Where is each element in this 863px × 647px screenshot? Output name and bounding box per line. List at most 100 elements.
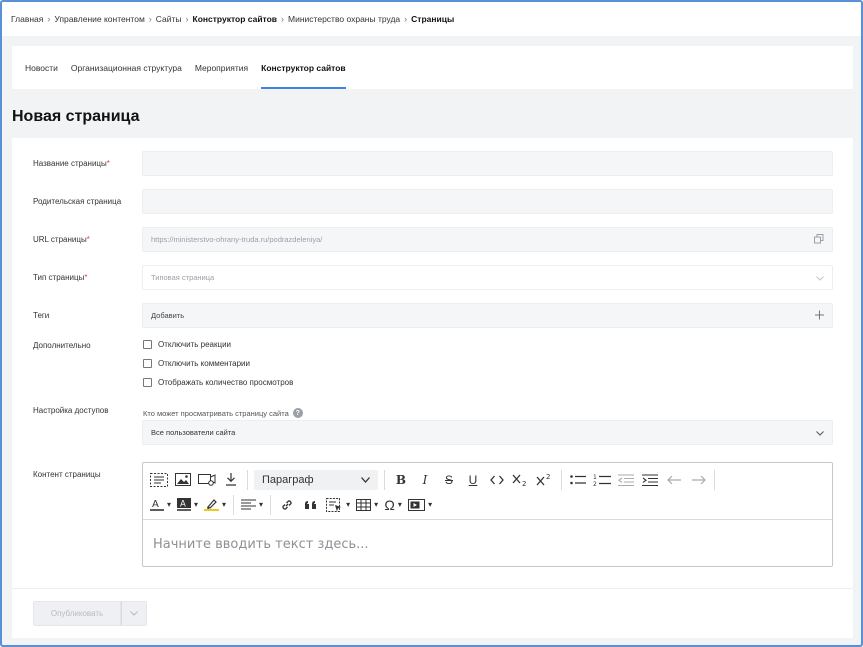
chevron-right-icon: ›	[281, 14, 285, 24]
chevron-down-icon: ▾	[346, 500, 351, 509]
tab-org-structure[interactable]: Организационная структура	[71, 46, 182, 89]
highlight-icon[interactable]: ▾	[201, 494, 229, 516]
chevron-down-icon	[130, 611, 138, 616]
url-value: https://ministerstvo-ohrany-truda.ru/pod…	[151, 235, 323, 244]
content-label: Контент страницы	[33, 470, 101, 479]
toolbar-divider	[233, 494, 235, 515]
page-name-input[interactable]	[142, 151, 833, 176]
download-icon[interactable]	[219, 469, 243, 491]
chevron-down-icon: ▾	[167, 500, 172, 509]
superscript-icon[interactable]: 2	[533, 469, 557, 491]
chevron-down-icon: ▾	[397, 500, 402, 509]
background-color-icon[interactable]: A ▾	[174, 494, 201, 516]
italic-icon[interactable]: I	[413, 469, 437, 491]
code-icon[interactable]	[485, 469, 509, 491]
insert-table-icon[interactable]: ▾	[353, 494, 381, 516]
access-select[interactable]: Все пользователи сайта	[142, 420, 833, 445]
access-value: Все пользователи сайта	[151, 428, 236, 437]
publish-button[interactable]: Опубликовать	[33, 601, 121, 626]
parent-page-input[interactable]	[142, 189, 833, 214]
app-frame: Главная › Управление контентом › Сайты ›…	[0, 0, 863, 647]
parent-page-label: Родительская страница	[33, 197, 122, 206]
breadcrumb-content-management[interactable]: Управление контентом	[54, 14, 144, 24]
disable-comments-checkbox[interactable]	[143, 359, 152, 368]
breadcrumb-ministry[interactable]: Министерство охраны труда	[288, 14, 400, 24]
editor-content-area[interactable]: Начните вводить текст здесь...	[143, 520, 832, 552]
tab-site-builder[interactable]: Конструктор сайтов	[261, 46, 346, 89]
publish-options-button[interactable]	[121, 601, 147, 626]
tab-events[interactable]: Мероприятия	[195, 46, 248, 89]
underline-icon[interactable]: U	[461, 469, 485, 491]
tab-news[interactable]: Новости	[25, 46, 58, 89]
font-color-icon[interactable]: A ▾	[147, 494, 174, 516]
paragraph-style-select[interactable]: Параграф	[254, 469, 378, 490]
chevron-down-icon: ▾	[222, 500, 227, 509]
editor-placeholder: Начните вводить текст здесь...	[153, 537, 369, 552]
svg-text:2: 2	[593, 481, 597, 487]
page-name-label-text: Название страницы	[33, 159, 107, 168]
page-type-select[interactable]: Типовая страница	[142, 265, 833, 290]
strikethrough-icon[interactable]: S	[437, 469, 461, 491]
svg-text:A: A	[152, 499, 159, 510]
undo-icon[interactable]	[662, 469, 686, 491]
extra-options-label: Дополнительно	[33, 341, 91, 350]
insert-media-icon[interactable]	[195, 469, 219, 491]
url-input[interactable]: https://ministerstvo-ohrany-truda.ru/pod…	[142, 227, 833, 252]
insert-image-icon[interactable]	[171, 469, 195, 491]
insert-template-icon[interactable]: ▾	[323, 494, 353, 516]
subscript-icon[interactable]: 2	[509, 469, 533, 491]
help-icon[interactable]: ?	[292, 408, 303, 418]
link-icon[interactable]	[275, 494, 299, 516]
chevron-right-icon: ›	[148, 14, 152, 24]
breadcrumb-pages: Страницы	[411, 14, 455, 24]
page-type-label-text: Тип страницы	[33, 273, 85, 282]
disable-reactions-label: Отключить реакции	[158, 340, 232, 349]
numbered-list-icon[interactable]: 12	[590, 469, 614, 491]
text-align-icon[interactable]: ▾	[238, 494, 266, 516]
bold-icon[interactable]: B	[389, 469, 413, 491]
url-label-text: URL страницы	[33, 235, 87, 244]
outdent-icon[interactable]	[614, 469, 638, 491]
breadcrumb-home[interactable]: Главная	[11, 14, 43, 24]
disable-reactions-checkbox[interactable]	[143, 340, 152, 349]
blockquote-icon[interactable]	[299, 494, 323, 516]
show-views-checkbox[interactable]	[143, 378, 152, 387]
disable-comments-label: Отключить комментарии	[158, 359, 250, 368]
chevron-down-icon: ▾	[259, 500, 264, 509]
select-all-icon[interactable]	[147, 469, 171, 491]
redo-icon[interactable]	[686, 469, 710, 491]
url-label: URL страницы*	[33, 235, 90, 244]
breadcrumb-sites[interactable]: Сайты	[156, 14, 182, 24]
indent-icon[interactable]	[638, 469, 662, 491]
chevron-down-icon	[816, 428, 824, 438]
special-characters-icon[interactable]: Ω ▾	[381, 494, 405, 516]
paragraph-style-value: Параграф	[262, 473, 314, 486]
page-title: Новая страница	[12, 108, 140, 125]
access-settings-label: Настройка доступов	[33, 406, 109, 415]
chevron-down-icon	[361, 476, 370, 483]
chevron-right-icon: ›	[47, 14, 51, 24]
chevron-down-icon: ▾	[194, 500, 199, 509]
insert-video-icon[interactable]: ▾	[405, 494, 435, 516]
show-views-label: Отображать количество просмотров	[158, 378, 294, 387]
plus-icon[interactable]	[815, 310, 824, 321]
rich-text-editor: Параграф B I S U 2 2 1 2 A ▾ A ▾ ▾ ▾ ▾ ▾…	[142, 462, 833, 567]
chevron-right-icon: ›	[404, 14, 408, 24]
toolbar-divider	[384, 469, 385, 490]
toolbar-divider	[270, 494, 272, 515]
bulleted-list-icon[interactable]	[566, 469, 590, 491]
disable-comments-option[interactable]: Отключить комментарии	[143, 359, 250, 368]
copy-icon[interactable]	[814, 233, 824, 246]
access-hint: Кто может просматривать страницу сайта ?	[143, 408, 303, 418]
disable-reactions-option[interactable]: Отключить реакции	[143, 340, 231, 349]
editor-toolbar: Параграф B I S U 2 2 1 2 A ▾ A ▾ ▾ ▾ ▾ ▾…	[143, 463, 832, 520]
toolbar-divider	[714, 469, 715, 490]
required-mark: *	[84, 273, 88, 282]
chevron-down-icon: ▾	[374, 500, 379, 509]
required-mark: *	[86, 235, 90, 244]
section-tabs: Новости Организационная структура Меропр…	[12, 46, 853, 89]
show-views-option[interactable]: Отображать количество просмотров	[143, 378, 293, 387]
breadcrumb-site-builder[interactable]: Конструктор сайтов	[193, 14, 278, 24]
page-type-placeholder: Типовая страница	[151, 273, 215, 282]
tags-input[interactable]: Добавить	[142, 303, 833, 328]
